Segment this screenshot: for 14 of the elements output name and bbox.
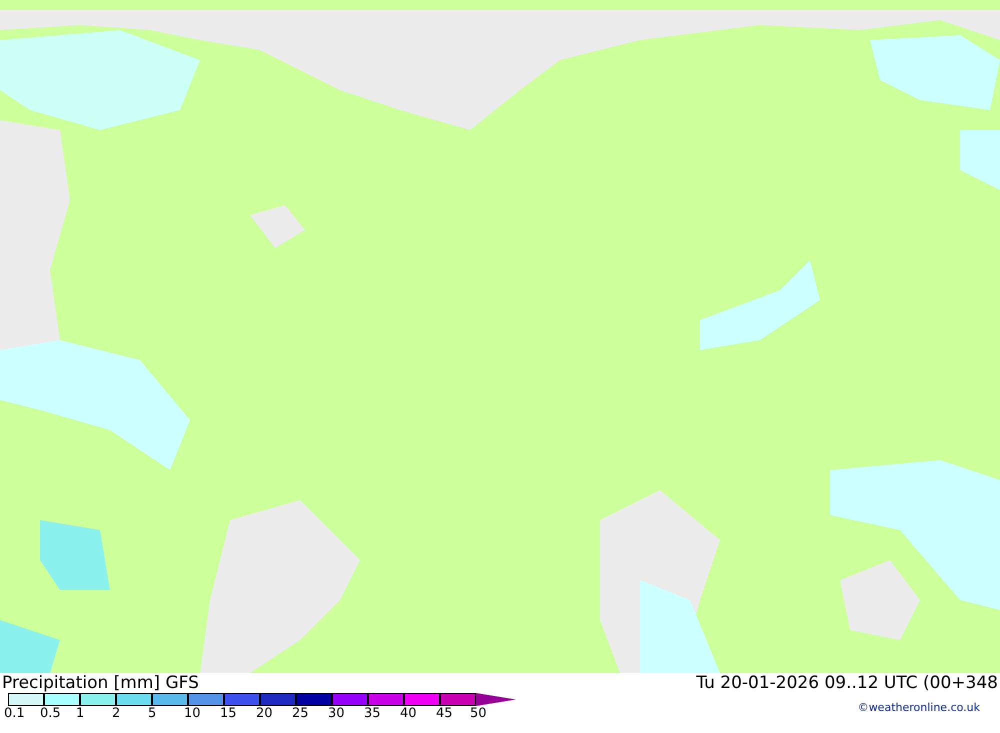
legend-label: 40 [400,706,418,721]
legend-label: 30 [328,706,346,721]
legend-label: 20 [256,706,274,721]
valid-time: Tu 20-01-2026 09..12 UTC (00+348 [696,673,998,693]
legend-label: 35 [364,706,382,721]
legend-label: 10 [184,706,202,721]
credit-link[interactable]: ©weatheronline.co.uk [858,701,980,715]
legend-label: 50 [470,706,488,721]
legend-label: 2 [112,706,122,721]
legend-label: 0.5 [40,706,62,721]
legend-title: Precipitation [mm] GFS [2,673,199,693]
legend-label: 15 [220,706,238,721]
legend-label: 25 [292,706,310,721]
legend-label: 5 [148,706,158,721]
